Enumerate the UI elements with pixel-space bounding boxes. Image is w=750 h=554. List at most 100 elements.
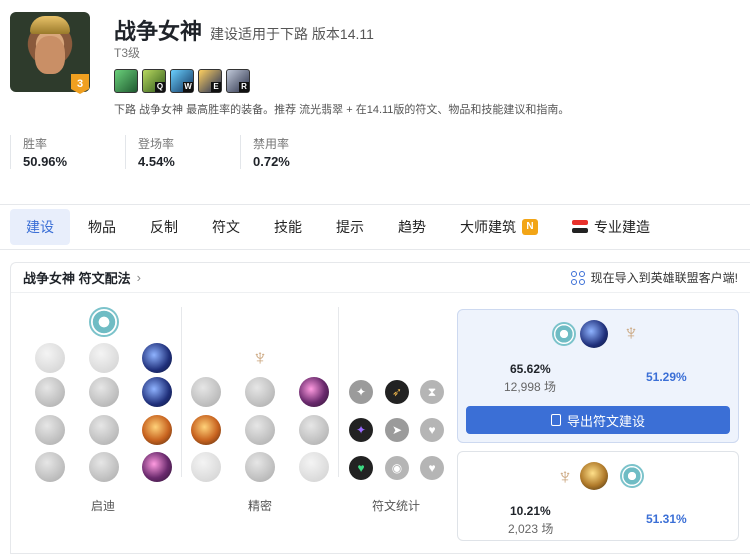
col-label-precision: 精密	[248, 499, 273, 513]
tab-items[interactable]: 物品	[72, 209, 132, 245]
inspiration-tree-icon	[552, 322, 576, 346]
rune-slot-selected[interactable]	[299, 377, 329, 407]
tab-build[interactable]: 建设	[10, 209, 70, 245]
shard-movement[interactable]: ➤	[385, 418, 409, 442]
import-to-client-link[interactable]: 现在导入到英雄联盟客户端!	[570, 269, 738, 286]
shard-health-selected[interactable]: ♥	[349, 456, 373, 480]
tab-pro-builds-label: 专业建造	[594, 219, 650, 235]
export-label: 导出符文建设	[566, 413, 645, 429]
keystone-icon	[580, 320, 608, 348]
tab-counters[interactable]: 反制	[134, 209, 194, 245]
col-label-stats: 符文统计	[372, 499, 421, 513]
rune-slot[interactable]	[299, 415, 329, 445]
rune-slot[interactable]	[245, 415, 275, 445]
rune-slot-selected[interactable]	[142, 452, 172, 482]
tab-skills[interactable]: 技能	[258, 209, 318, 245]
tab-pro-builds[interactable]: 专业建造	[556, 209, 666, 245]
tab-bar: 建设 物品 反制 符文 技能 提示 趋势 大师建筑 N 专业建造	[0, 204, 750, 250]
pick-rate: 10.21%	[510, 504, 551, 518]
shard-health-flat[interactable]: ♥	[420, 456, 444, 480]
rune-slot[interactable]	[299, 452, 329, 482]
tier-text: T3级	[114, 46, 141, 60]
pro-builds-icon	[572, 220, 588, 234]
col-label-inspiration: 启迪	[91, 499, 116, 513]
stat-value: 50.96%	[23, 154, 68, 169]
rune-slot[interactable]	[35, 452, 65, 482]
skill-e-key: E	[211, 82, 221, 92]
rune-keystone[interactable]	[89, 343, 119, 373]
rune-slot-selected[interactable]	[142, 415, 172, 445]
chevron-right-icon: ›	[136, 270, 141, 285]
rune-keystone[interactable]	[35, 343, 65, 373]
movement-icon: ➤	[391, 423, 403, 437]
stat-label: 禁用率	[253, 137, 290, 151]
hourglass-icon: ⧗	[427, 385, 437, 399]
rune-slot[interactable]	[89, 415, 119, 445]
stat-label: 胜率	[23, 137, 48, 151]
stat-winrate: 胜率 50.96%	[10, 135, 125, 169]
rune-slot[interactable]	[89, 452, 119, 482]
import-grid-icon	[570, 270, 585, 285]
stat-banrate: 禁用率 0.72%	[240, 135, 355, 169]
precision-tree-icon: ♆	[251, 345, 269, 370]
shard-attack-speed-selected[interactable]: ➶	[385, 380, 409, 404]
rune-slot[interactable]	[191, 452, 221, 482]
win-rate: 51.31%	[646, 512, 687, 526]
skill-q-icon[interactable]: Q	[142, 69, 166, 93]
tab-tips[interactable]: 提示	[320, 209, 380, 245]
rune-slot[interactable]	[245, 377, 275, 407]
win-rate: 51.29%	[646, 370, 687, 384]
tab-master-builds-label: 大师建筑	[460, 219, 516, 235]
champion-name: 战争女神	[114, 19, 203, 44]
champion-title: 战争女神 建设适用于下路 版本14.11	[114, 14, 374, 46]
tenacity-icon: ◉	[391, 461, 403, 475]
rune-build-card-secondary[interactable]: ♆ 10.21% 2,023 场 51.31%	[457, 451, 739, 541]
rune-slot[interactable]	[245, 452, 275, 482]
shard-haste[interactable]: ⧗	[420, 380, 444, 404]
shard-adaptive-selected[interactable]: ✦	[349, 418, 373, 442]
pick-rate: 65.62%	[510, 362, 551, 376]
champion-description: 下路 战争女神 最高胜率的装备。推荐 流光翡翠 + 在14.11版的符文、物品和…	[114, 104, 570, 116]
inspiration-tree-icon	[620, 464, 644, 488]
skill-e-icon[interactable]: E	[198, 69, 222, 93]
skill-r-key: R	[239, 82, 249, 92]
stat-pickrate: 登场率 4.54%	[125, 135, 240, 169]
stats-row: 胜率 50.96% 登场率 4.54% 禁用率 0.72%	[10, 135, 355, 169]
tab-master-builds[interactable]: 大师建筑 N	[444, 209, 554, 245]
skill-w-icon[interactable]: W	[170, 69, 194, 93]
export-icon	[550, 414, 561, 426]
skill-q-key: Q	[155, 82, 165, 92]
rune-slot[interactable]	[35, 377, 65, 407]
rune-slot[interactable]	[35, 415, 65, 445]
rune-slot-selected[interactable]	[191, 415, 221, 445]
stat-value: 0.72%	[253, 154, 290, 169]
tab-runes[interactable]: 符文	[196, 209, 256, 245]
skill-w-key: W	[183, 82, 193, 92]
rune-slot[interactable]	[89, 377, 119, 407]
games-count: 12,998 场	[504, 380, 557, 394]
rune-build-card-primary[interactable]: ♆ 65.62% 12,998 场 51.29% 导出符文建设	[457, 309, 739, 443]
column-divider	[181, 307, 182, 477]
rune-slot-selected[interactable]	[142, 377, 172, 407]
heart-icon: ♥	[357, 461, 365, 475]
precision-tree-icon: ♆	[556, 464, 574, 489]
precision-tree-icon: ♆	[622, 320, 640, 345]
tab-trends[interactable]: 趋势	[382, 209, 442, 245]
inspiration-tree-icon	[89, 307, 119, 337]
runes-section-title: 战争女神 符文配法	[23, 271, 131, 286]
stat-value: 4.54%	[138, 154, 175, 169]
portrait-crown	[30, 16, 70, 34]
shard-adaptive[interactable]: ✦	[349, 380, 373, 404]
rune-slot[interactable]	[191, 377, 221, 407]
games-count: 2,023 场	[508, 522, 554, 536]
runes-section: 战争女神 符文配法 › 现在导入到英雄联盟客户端! ♆ ✦ ➶ ⧗ ✦ ➤ ♥ …	[10, 262, 750, 554]
adaptive-icon: ✦	[355, 423, 367, 437]
passive-icon[interactable]	[114, 69, 138, 93]
rune-keystone-selected[interactable]	[142, 343, 172, 373]
attack-speed-icon: ➶	[391, 385, 403, 399]
shard-health-scale[interactable]: ♥	[420, 418, 444, 442]
skill-r-icon[interactable]: R	[226, 69, 250, 93]
champion-subtitle: 建设适用于下路 版本14.11	[210, 26, 374, 42]
export-rune-build-button[interactable]: 导出符文建设	[466, 406, 730, 434]
shard-tenacity[interactable]: ◉	[385, 456, 409, 480]
